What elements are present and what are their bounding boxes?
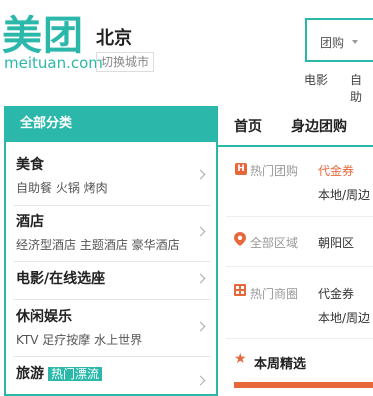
category-sub[interactable]: 自助餐 火锅 烤肉 (16, 180, 216, 196)
category-item-travel[interactable]: 旅游 热门漂流 (6, 365, 216, 386)
divider (226, 266, 373, 267)
weekly-picks-title: 本周精选 (254, 357, 307, 372)
nav-nearby[interactable]: 身边团购 (291, 116, 347, 136)
category-title-text: 旅游 (16, 366, 44, 382)
category-title: 酒店 (16, 214, 44, 230)
nav-underline (218, 145, 373, 147)
hot-deals-value[interactable]: 代金券 (318, 162, 354, 179)
all-areas-value[interactable]: 朝阳区 (318, 234, 354, 251)
hot-districts-sub[interactable]: 本地/周边 (318, 309, 370, 326)
all-categories-header[interactable]: 全部分类 (4, 106, 218, 142)
hot-tag[interactable]: 热门漂流 (48, 367, 103, 381)
hot-word-link[interactable]: 自助 (350, 71, 373, 105)
category-sub[interactable]: KTV 足疗按摩 水上世界 (16, 332, 216, 348)
category-title: 美食 (16, 157, 44, 173)
category-item-food[interactable]: 美食 自助餐 火锅 烤肉 (6, 156, 216, 196)
divider (14, 205, 210, 206)
divider (226, 338, 373, 339)
category-title: 旅游 热门漂流 (16, 365, 216, 383)
category-title: 电影/在线选座 (16, 271, 106, 287)
hot-word-link[interactable]: 电影 (304, 71, 328, 88)
weekly-banner[interactable] (234, 382, 373, 388)
category-item-movie[interactable]: 电影/在线选座 (6, 270, 216, 288)
category-item-leisure[interactable]: 休闲娱乐 KTV 足疗按摩 水上世界 (6, 308, 216, 348)
search-type-select[interactable]: 团购 (320, 34, 344, 51)
divider (14, 356, 210, 357)
category-item-hotel[interactable]: 酒店 经济型酒店 主题酒店 豪华酒店 (6, 213, 216, 253)
location-pin-icon (234, 232, 246, 246)
logo-text[interactable]: 美团 (2, 14, 84, 58)
all-areas-label: 全部区域 (250, 236, 299, 250)
switch-city-button[interactable]: 切换城市 (96, 52, 155, 72)
logo-url[interactable]: meituan.com (4, 55, 103, 71)
hot-deals-label: 热门团购 (250, 164, 299, 178)
chevron-down-icon[interactable] (352, 40, 358, 44)
hot-deals-sub[interactable]: 本地/周边 (318, 186, 370, 203)
divider (14, 261, 210, 262)
nav-home[interactable]: 首页 (234, 116, 262, 136)
hot-districts-label: 热门商圈 (250, 287, 299, 301)
category-sub[interactable]: 经济型酒店 主题酒店 豪华酒店 (16, 237, 216, 253)
building-icon (234, 284, 246, 296)
hot-deals-icon: H (235, 163, 247, 175)
divider (226, 216, 373, 217)
current-city: 北京 (96, 28, 132, 49)
divider (14, 299, 210, 300)
hot-districts-value[interactable]: 代金券 (318, 285, 354, 302)
category-title: 休闲娱乐 (16, 309, 72, 325)
star-icon: ★ (234, 351, 247, 367)
